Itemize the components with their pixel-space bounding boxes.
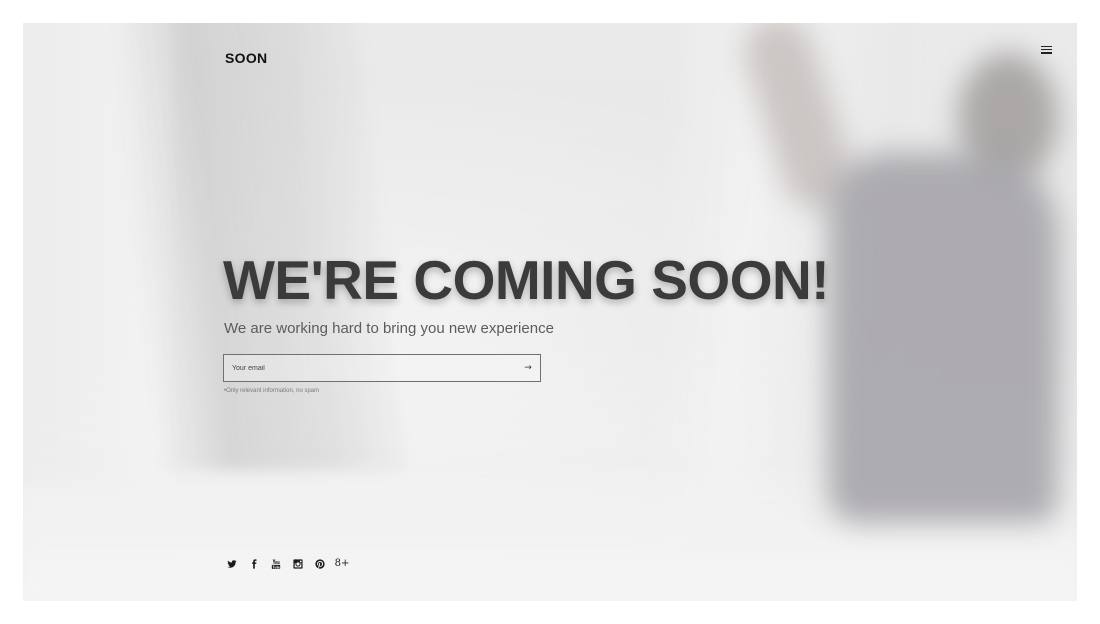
instagram-icon[interactable] bbox=[292, 558, 304, 570]
email-input[interactable] bbox=[224, 355, 530, 381]
spam-note: •Only relevant information, no spam bbox=[224, 388, 320, 394]
google-plus-glyph: 8+ bbox=[334, 558, 350, 569]
submit-arrow-button[interactable]: → bbox=[516, 355, 540, 381]
google-plus-icon[interactable]: 8+ bbox=[334, 558, 350, 570]
page-frame: SOON WE'RE COMING SOON! We are working h… bbox=[23, 23, 1077, 601]
newsletter-form: → bbox=[223, 354, 541, 382]
logo[interactable]: SOON bbox=[225, 50, 267, 66]
facebook-icon[interactable] bbox=[248, 558, 260, 570]
youtube-icon[interactable] bbox=[270, 558, 282, 570]
twitter-icon[interactable] bbox=[226, 558, 238, 570]
pinterest-icon[interactable] bbox=[314, 558, 326, 570]
social-links: 8+ bbox=[226, 558, 350, 570]
page-subtitle: We are working hard to bring you new exp… bbox=[224, 320, 554, 337]
page-title: WE'RE COMING SOON! bbox=[223, 249, 830, 311]
hamburger-menu-icon[interactable] bbox=[1041, 44, 1055, 56]
